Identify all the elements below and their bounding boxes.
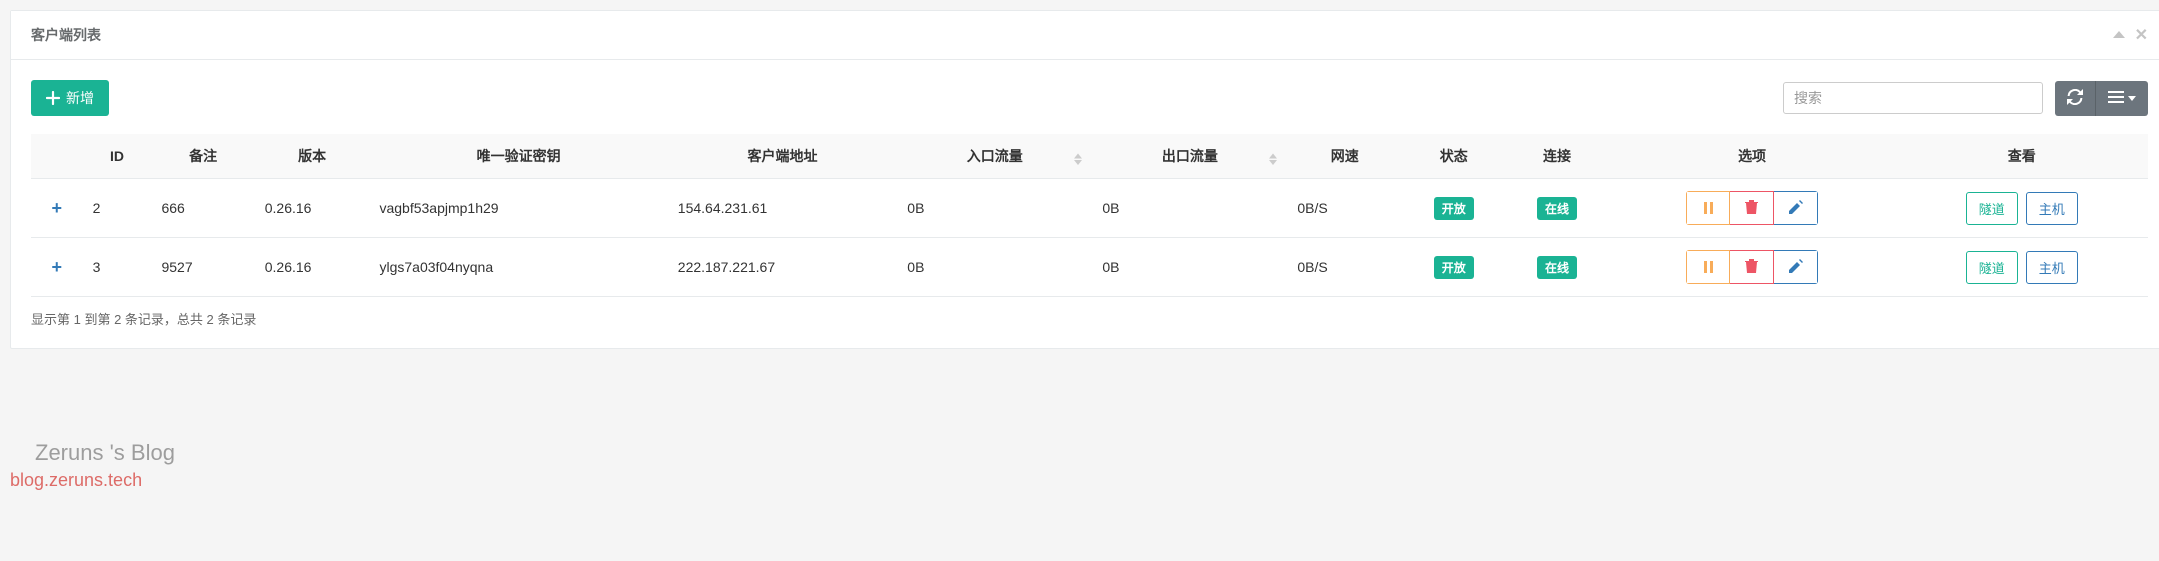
th-expand: [31, 134, 83, 179]
cell-addr: 222.187.221.67: [668, 238, 897, 297]
columns-button[interactable]: [2096, 81, 2148, 116]
th-opts: 选项: [1609, 134, 1896, 179]
refresh-button[interactable]: [2055, 81, 2096, 116]
cell-key: vagbf53apjmp1h29: [369, 179, 667, 238]
table-header-row: ID 备注 版本 唯一验证密钥 客户端地址 入口流量 出口流量 网速 状态 连接…: [31, 134, 2148, 179]
cell-in: 0B: [897, 179, 1092, 238]
th-key[interactable]: 唯一验证密钥: [369, 134, 667, 179]
table-row: + 3 9527 0.26.16 ylgs7a03f04nyqna 222.18…: [31, 238, 2148, 297]
pause-button[interactable]: [1686, 191, 1730, 225]
trash-icon: [1745, 200, 1758, 217]
edit-icon: [1789, 200, 1803, 217]
panel-header: 客户端列表 ✕: [11, 11, 2159, 60]
table-row: + 2 666 0.26.16 vagbf53apjmp1h29 154.64.…: [31, 179, 2148, 238]
status-badge: 开放: [1434, 256, 1474, 279]
cell-out: 0B: [1092, 179, 1287, 238]
expand-row-button[interactable]: +: [52, 198, 63, 219]
edit-button[interactable]: [1774, 191, 1818, 225]
add-button-label: 新增: [66, 88, 94, 108]
status-badge: 开放: [1434, 197, 1474, 220]
cell-remark: 9527: [151, 238, 254, 297]
edit-icon: [1789, 259, 1803, 276]
table-footer-info: 显示第 1 到第 2 条记录，总共 2 条记录: [31, 309, 2148, 328]
expand-row-button[interactable]: +: [52, 257, 63, 278]
th-id[interactable]: ID: [83, 134, 152, 179]
th-remark[interactable]: 备注: [151, 134, 254, 179]
add-button[interactable]: 新增: [31, 80, 109, 116]
collapse-icon[interactable]: [2113, 25, 2125, 45]
caret-down-icon: [2128, 96, 2136, 101]
panel-title: 客户端列表: [31, 25, 101, 45]
toolbar: 新增: [31, 80, 2148, 116]
th-conn[interactable]: 连接: [1505, 134, 1608, 179]
delete-button[interactable]: [1730, 191, 1774, 225]
toolbar-right: [1783, 81, 2148, 116]
client-list-panel: 客户端列表 ✕ 新增: [10, 10, 2159, 349]
connection-badge: 在线: [1537, 256, 1577, 279]
connection-badge: 在线: [1537, 197, 1577, 220]
cell-in: 0B: [897, 238, 1092, 297]
watermark-blog-name: Zeruns 's Blog: [35, 440, 175, 466]
cell-id: 2: [83, 179, 152, 238]
panel-tools: ✕: [2113, 25, 2148, 45]
edit-button[interactable]: [1774, 250, 1818, 284]
th-status[interactable]: 状态: [1402, 134, 1505, 179]
view-group: 隧道 主机: [1966, 192, 2078, 225]
view-group: 隧道 主机: [1966, 251, 2078, 284]
cell-remark: 666: [151, 179, 254, 238]
tunnel-button[interactable]: 隧道: [1966, 251, 2018, 284]
panel-body: 新增: [11, 60, 2159, 348]
pause-button[interactable]: [1686, 250, 1730, 284]
th-speed[interactable]: 网速: [1287, 134, 1402, 179]
cell-out: 0B: [1092, 238, 1287, 297]
pause-icon: [1704, 202, 1713, 214]
th-version[interactable]: 版本: [255, 134, 370, 179]
cell-id: 3: [83, 238, 152, 297]
close-icon[interactable]: ✕: [2135, 25, 2148, 45]
cell-addr: 154.64.231.61: [668, 179, 897, 238]
pause-icon: [1704, 261, 1713, 273]
delete-button[interactable]: [1730, 250, 1774, 284]
list-icon: [2108, 90, 2124, 106]
cell-version: 0.26.16: [255, 179, 370, 238]
plus-icon: [46, 91, 60, 105]
search-input[interactable]: [1783, 82, 2043, 114]
host-button[interactable]: 主机: [2026, 251, 2078, 284]
host-button[interactable]: 主机: [2026, 192, 2078, 225]
action-group: [1686, 191, 1818, 225]
cell-version: 0.26.16: [255, 238, 370, 297]
tunnel-button[interactable]: 隧道: [1966, 192, 2018, 225]
refresh-icon: [2067, 89, 2083, 108]
client-table: ID 备注 版本 唯一验证密钥 客户端地址 入口流量 出口流量 网速 状态 连接…: [31, 134, 2148, 297]
cell-speed: 0B/S: [1287, 179, 1402, 238]
trash-icon: [1745, 259, 1758, 276]
toolbar-button-group: [2055, 81, 2148, 116]
th-out[interactable]: 出口流量: [1092, 134, 1287, 179]
action-group: [1686, 250, 1818, 284]
watermark-blog-url: blog.zeruns.tech: [10, 470, 142, 491]
th-in[interactable]: 入口流量: [897, 134, 1092, 179]
th-addr[interactable]: 客户端地址: [668, 134, 897, 179]
cell-speed: 0B/S: [1287, 238, 1402, 297]
th-view: 查看: [1895, 134, 2148, 179]
cell-key: ylgs7a03f04nyqna: [369, 238, 667, 297]
